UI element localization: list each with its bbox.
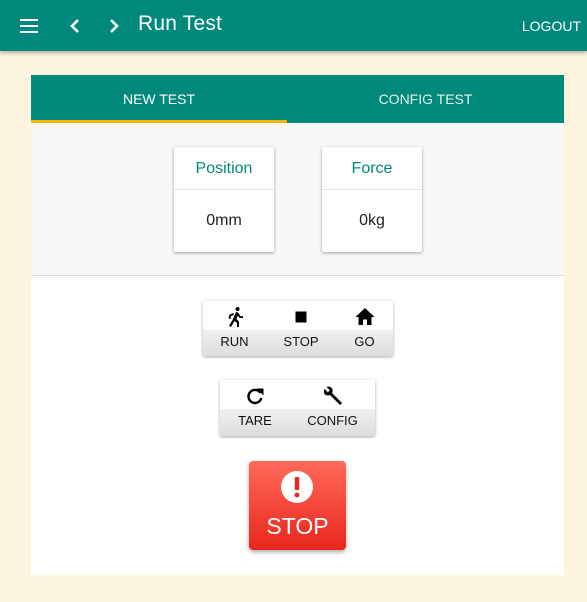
config-button[interactable]: CONFIG — [290, 380, 375, 436]
menu-button[interactable] — [12, 13, 46, 39]
emergency-stop-label: STOP — [266, 513, 329, 539]
force-label: Force — [322, 147, 422, 190]
go-label: GO — [354, 334, 375, 349]
alert-icon — [281, 471, 313, 503]
setup-controls: TARE CONFIG — [220, 380, 375, 436]
config-label: CONFIG — [307, 413, 358, 428]
stop-icon — [295, 311, 307, 323]
run-label: RUN — [220, 334, 249, 349]
tab-new-test[interactable]: NEW TEST — [31, 75, 287, 123]
test-panel: NEW TEST CONFIG TEST Position 0mm Force … — [31, 75, 564, 575]
logout-button[interactable]: LOGOUT — [522, 18, 581, 34]
app-bar: Run Test LOGOUT — [0, 0, 587, 51]
tab-bar: NEW TEST CONFIG TEST — [31, 75, 564, 123]
tare-button[interactable]: TARE — [220, 380, 290, 436]
readouts-area: Position 0mm Force 0kg — [31, 123, 564, 276]
run-icon — [228, 307, 243, 327]
home-icon — [355, 308, 374, 325]
position-label: Position — [174, 147, 274, 190]
stop-button[interactable]: STOP — [266, 301, 336, 356]
stop-label: STOP — [283, 334, 319, 349]
chevron-right-icon — [110, 19, 119, 33]
force-value: 0kg — [359, 212, 385, 229]
emergency-stop-button[interactable]: STOP — [249, 461, 346, 550]
page-title: Run Test — [138, 12, 223, 35]
menu-icon — [20, 19, 38, 21]
motion-controls: RUN STOP GO — [203, 301, 393, 356]
tare-label: TARE — [238, 413, 272, 428]
run-button[interactable]: RUN — [203, 301, 266, 356]
position-card: Position 0mm — [174, 147, 274, 252]
go-home-button[interactable]: GO — [336, 301, 393, 356]
tab-config-test[interactable]: CONFIG TEST — [287, 75, 564, 123]
force-card: Force 0kg — [322, 147, 422, 252]
forward-button[interactable] — [101, 13, 127, 39]
wrench-icon — [323, 386, 342, 405]
back-button[interactable] — [62, 13, 88, 39]
refresh-icon — [247, 388, 264, 405]
position-value: 0mm — [206, 212, 242, 229]
chevron-left-icon — [70, 19, 79, 33]
